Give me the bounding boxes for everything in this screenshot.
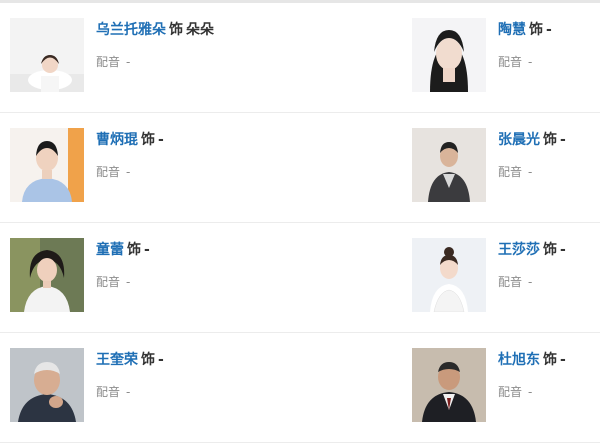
cast-row: 王奎荣饰 - 配音 - 杜旭东饰 - 配音 - bbox=[0, 333, 600, 443]
cast-info: 陶慧饰 - 配音 - bbox=[498, 20, 552, 70]
name-line: 杜旭东饰 - bbox=[498, 350, 566, 370]
as-label: 饰 bbox=[169, 22, 183, 38]
role-name: - bbox=[546, 22, 552, 38]
actor-name-link[interactable]: 张晨光 bbox=[498, 132, 540, 148]
voice-label: 配音 bbox=[498, 165, 523, 179]
name-line: 童蕾饰 - bbox=[96, 240, 150, 260]
voice-label: 配音 bbox=[498, 385, 523, 399]
as-label: 饰 bbox=[529, 22, 543, 38]
voice-label: 配音 bbox=[96, 275, 121, 289]
voice-line: 配音 - bbox=[96, 274, 150, 290]
voice-line: 配音 - bbox=[498, 384, 566, 400]
cast-card: 张晨光饰 - 配音 - bbox=[412, 128, 598, 208]
role-name: - bbox=[560, 132, 566, 148]
actor-name-link[interactable]: 曹炳琨 bbox=[96, 132, 138, 148]
cast-card: 童蕾饰 - 配音 - bbox=[10, 238, 400, 318]
cast-row: 曹炳琨饰 - 配音 - 张晨光饰 - 配音 - bbox=[0, 113, 600, 223]
cast-card: 王奎荣饰 - 配音 - bbox=[10, 348, 400, 428]
voice-line: 配音 - bbox=[498, 164, 566, 180]
cast-info: 张晨光饰 - 配音 - bbox=[498, 130, 566, 180]
as-label: 饰 bbox=[141, 352, 155, 368]
voice-value: - bbox=[126, 275, 131, 289]
voice-line: 配音 - bbox=[498, 54, 552, 70]
voice-value: - bbox=[528, 385, 533, 399]
cast-row: 乌兰托雅朵饰朵朵 配音 - 陶慧饰 - 配音 - bbox=[0, 3, 600, 113]
actor-photo[interactable] bbox=[412, 128, 486, 202]
actor-photo[interactable] bbox=[412, 348, 486, 422]
actor-photo[interactable] bbox=[10, 238, 84, 312]
actor-photo[interactable] bbox=[412, 238, 486, 312]
name-line: 张晨光饰 - bbox=[498, 130, 566, 150]
actor-photo[interactable] bbox=[10, 348, 84, 422]
actor-name-link[interactable]: 童蕾 bbox=[96, 242, 124, 258]
as-label: 饰 bbox=[141, 132, 155, 148]
name-line: 乌兰托雅朵饰朵朵 bbox=[96, 20, 214, 40]
cast-info: 曹炳琨饰 - 配音 - bbox=[96, 130, 164, 180]
as-label: 饰 bbox=[543, 352, 557, 368]
actor-photo[interactable] bbox=[10, 128, 84, 202]
cast-info: 童蕾饰 - 配音 - bbox=[96, 240, 150, 290]
name-line: 曹炳琨饰 - bbox=[96, 130, 164, 150]
cast-row: 童蕾饰 - 配音 - 王莎莎饰 - 配音 - bbox=[0, 223, 600, 333]
voice-line: 配音 - bbox=[96, 384, 164, 400]
actor-photo[interactable] bbox=[412, 18, 486, 92]
voice-value: - bbox=[528, 165, 533, 179]
role-name: - bbox=[158, 132, 164, 148]
cast-card: 杜旭东饰 - 配音 - bbox=[412, 348, 598, 428]
voice-label: 配音 bbox=[498, 275, 523, 289]
actor-name-link[interactable]: 王莎莎 bbox=[498, 242, 540, 258]
cast-grid: 乌兰托雅朵饰朵朵 配音 - 陶慧饰 - 配音 - 曹炳琨 饰 - 配音 - 张晨… bbox=[0, 3, 600, 443]
as-label: 饰 bbox=[127, 242, 141, 258]
cast-info: 乌兰托雅朵饰朵朵 配音 - bbox=[96, 20, 214, 70]
actor-name-link[interactable]: 乌兰托雅朵 bbox=[96, 22, 166, 38]
voice-label: 配音 bbox=[498, 55, 523, 69]
actor-name-link[interactable]: 王奎荣 bbox=[96, 352, 138, 368]
as-label: 饰 bbox=[543, 242, 557, 258]
cast-card: 乌兰托雅朵饰朵朵 配音 - bbox=[10, 18, 400, 98]
voice-value: - bbox=[528, 275, 533, 289]
as-label: 饰 bbox=[543, 132, 557, 148]
actor-photo[interactable] bbox=[10, 18, 84, 92]
voice-label: 配音 bbox=[96, 165, 121, 179]
voice-line: 配音 - bbox=[498, 274, 566, 290]
voice-value: - bbox=[126, 165, 131, 179]
voice-label: 配音 bbox=[96, 385, 121, 399]
voice-value: - bbox=[126, 385, 131, 399]
voice-line: 配音 - bbox=[96, 164, 164, 180]
cast-info: 杜旭东饰 - 配音 - bbox=[498, 350, 566, 400]
cast-card: 曹炳琨饰 - 配音 - bbox=[10, 128, 400, 208]
cast-info: 王莎莎饰 - 配音 - bbox=[498, 240, 566, 290]
name-line: 王奎荣饰 - bbox=[96, 350, 164, 370]
role-name: - bbox=[560, 242, 566, 258]
cast-info: 王奎荣饰 - 配音 - bbox=[96, 350, 164, 400]
actor-name-link[interactable]: 杜旭东 bbox=[498, 352, 540, 368]
cast-card: 王莎莎饰 - 配音 - bbox=[412, 238, 598, 318]
name-line: 王莎莎饰 - bbox=[498, 240, 566, 260]
voice-value: - bbox=[126, 55, 131, 69]
name-line: 陶慧饰 - bbox=[498, 20, 552, 40]
role-name: - bbox=[158, 352, 164, 368]
cast-card: 陶慧饰 - 配音 - bbox=[412, 18, 598, 98]
actor-name-link[interactable]: 陶慧 bbox=[498, 22, 526, 38]
voice-value: - bbox=[528, 55, 533, 69]
role-name: 朵朵 bbox=[186, 22, 214, 38]
voice-line: 配音 - bbox=[96, 54, 214, 70]
voice-label: 配音 bbox=[96, 55, 121, 69]
role-name: - bbox=[560, 352, 566, 368]
role-name: - bbox=[144, 242, 150, 258]
